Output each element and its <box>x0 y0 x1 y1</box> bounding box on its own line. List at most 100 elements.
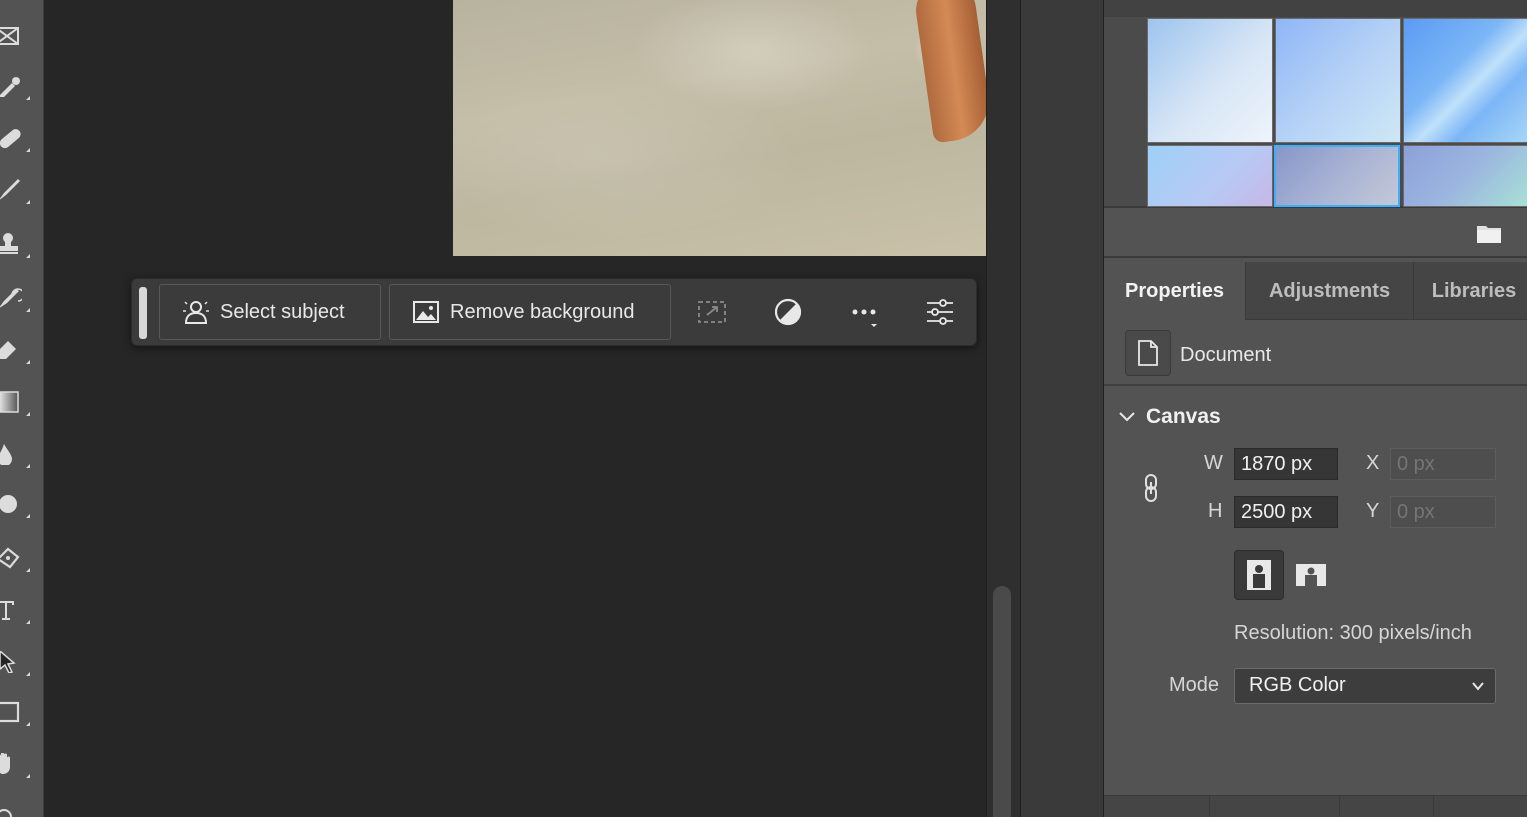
tool-flyout-indicator <box>26 148 30 152</box>
eyedropper-icon <box>0 77 20 97</box>
tab-libraries[interactable]: Libraries <box>1414 262 1527 320</box>
dodge-tool[interactable] <box>0 486 36 522</box>
y-label: Y <box>1366 500 1380 522</box>
droplet-icon <box>0 444 12 465</box>
height-input[interactable] <box>1234 496 1338 528</box>
right-panel: Properties Adjustments Libraries Documen… <box>1104 0 1527 817</box>
tab-properties-label: Properties <box>1125 279 1224 302</box>
tool-flyout-indicator <box>26 514 30 518</box>
healing-brush-tool[interactable] <box>0 120 36 156</box>
tab-adjustments[interactable]: Adjustments <box>1246 262 1414 320</box>
collapsed-panel-tab[interactable] <box>1104 796 1210 817</box>
gradient-swatch[interactable] <box>1147 145 1273 207</box>
scrollbar-thumb[interactable] <box>993 586 1011 817</box>
bandage-icon <box>0 129 21 149</box>
chevron-down-icon <box>1472 682 1484 691</box>
type-icon <box>0 601 14 620</box>
color-mode-select[interactable]: RGB Color <box>1234 668 1496 704</box>
arrow-pointer-icon <box>0 651 16 673</box>
tab-properties[interactable]: Properties <box>1104 262 1246 320</box>
rectangle-tool[interactable] <box>0 694 36 730</box>
zoom-tool[interactable] <box>0 796 36 817</box>
chevron-down-icon <box>1119 412 1135 422</box>
y-input[interactable] <box>1390 496 1496 528</box>
tool-flyout-indicator <box>26 360 30 364</box>
gradient-swatch-selected[interactable] <box>1274 145 1400 207</box>
canvas-vertical-scrollbar[interactable] <box>986 0 1020 817</box>
gradient-swatch[interactable] <box>1147 18 1273 143</box>
tool-flyout-indicator <box>26 722 30 726</box>
collapsed-panel-tab[interactable] <box>1340 796 1434 817</box>
eyedropper-tool[interactable] <box>0 68 36 104</box>
type-tool[interactable] <box>0 592 36 628</box>
blur-tool[interactable] <box>0 436 36 472</box>
tool-flyout-indicator <box>26 96 30 100</box>
remove-background-button[interactable]: Remove background <box>389 284 671 340</box>
transform-selection-button[interactable] <box>695 295 729 329</box>
gradients-panel-footer <box>1104 210 1527 258</box>
tool-flyout-indicator <box>26 254 30 258</box>
taskbar-drag-handle[interactable] <box>139 287 147 339</box>
eraser-icon <box>0 341 16 359</box>
tool-flyout-indicator <box>26 464 30 468</box>
clone-stamp-tool[interactable] <box>0 226 36 262</box>
gradient-swatch[interactable] <box>1403 18 1527 143</box>
document-label: Document <box>1180 344 1272 366</box>
collapsed-panel-tab[interactable] <box>1434 796 1527 817</box>
select-subject-icon <box>183 301 209 324</box>
tool-flyout-indicator <box>26 200 30 204</box>
mode-label: Mode <box>1169 674 1220 696</box>
brush-icon <box>0 179 20 200</box>
tool-flyout-indicator <box>26 672 30 676</box>
hand-tool[interactable] <box>0 746 36 782</box>
landscape-orientation-icon <box>1296 564 1326 586</box>
gradient-swatch[interactable] <box>1403 145 1527 207</box>
dodge-icon <box>0 495 17 513</box>
link-icon[interactable] <box>1140 472 1162 504</box>
landscape-orientation-button[interactable] <box>1286 550 1336 600</box>
portrait-orientation-button[interactable] <box>1234 550 1284 600</box>
pen-tool[interactable] <box>0 540 36 576</box>
document-icon <box>1138 340 1158 366</box>
canvas-section-title: Canvas <box>1146 405 1221 428</box>
document-image[interactable] <box>453 0 986 256</box>
width-label: W <box>1204 452 1223 474</box>
frame-icon <box>0 27 19 45</box>
tab-adjustments-label: Adjustments <box>1268 279 1391 302</box>
gradients-panel <box>1104 0 1527 208</box>
gradient-icon <box>0 391 19 413</box>
more-options-button[interactable] <box>847 295 881 329</box>
width-input[interactable] <box>1234 448 1338 480</box>
select-subject-button[interactable]: Select subject <box>159 284 381 340</box>
tool-flyout-indicator <box>26 568 30 572</box>
panel-bottom-tabs <box>1104 795 1527 817</box>
gradient-tool[interactable] <box>0 384 36 420</box>
x-input[interactable] <box>1390 448 1496 480</box>
tool-flyout-indicator <box>26 620 30 624</box>
x-label: X <box>1366 452 1380 474</box>
gradient-swatch[interactable] <box>1275 18 1401 143</box>
pen-icon <box>0 547 20 569</box>
taskbar-settings-button[interactable] <box>923 295 957 329</box>
path-selection-tool[interactable] <box>0 644 36 680</box>
tool-flyout-indicator <box>26 308 30 312</box>
new-folder-icon[interactable] <box>1476 222 1502 244</box>
tool-flyout-indicator <box>26 412 30 416</box>
remove-background-label: Remove background <box>450 300 635 323</box>
frame-tool[interactable] <box>0 18 36 54</box>
document-icon-box <box>1125 330 1171 376</box>
resolution-text: Resolution: 300 pixels/inch <box>1234 622 1472 644</box>
canvas-section-toggle[interactable]: Canvas <box>1118 405 1221 429</box>
sliders-icon <box>927 299 953 325</box>
select-subject-label: Select subject <box>220 300 345 323</box>
document-properties-header: Document <box>1104 320 1527 386</box>
collapsed-panel-tab[interactable] <box>1210 796 1340 817</box>
photoshop-window: Select subject Remove background Propert… <box>0 0 1527 817</box>
eraser-tool[interactable] <box>0 332 36 368</box>
zoom-icon <box>0 809 12 817</box>
adjustment-layer-button[interactable] <box>771 295 805 329</box>
ellipsis-icon <box>852 309 877 327</box>
history-brush-tool[interactable] <box>0 280 36 316</box>
brush-tool[interactable] <box>0 172 36 208</box>
height-label: H <box>1208 500 1223 522</box>
